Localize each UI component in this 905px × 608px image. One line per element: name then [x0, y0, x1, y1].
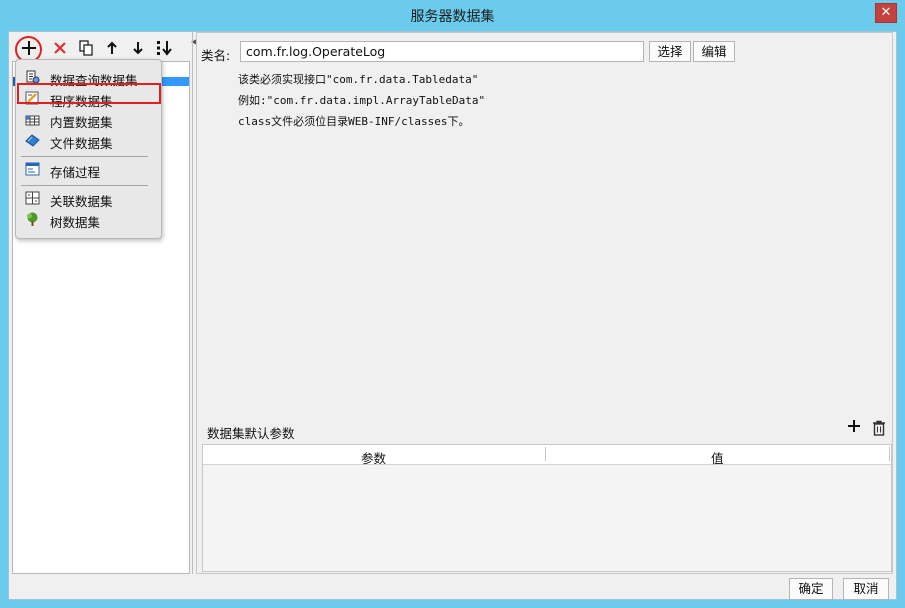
- params-table-header: 参数 值: [203, 445, 891, 466]
- add-param-button[interactable]: [847, 419, 865, 437]
- close-button[interactable]: ✕: [875, 3, 897, 23]
- plus-icon: [848, 420, 860, 432]
- class-name-input[interactable]: com.fr.log.OperateLog: [240, 41, 644, 62]
- menu-item-relation-dataset[interactable]: 关联数据集: [16, 188, 161, 209]
- close-icon: ✕: [880, 5, 892, 20]
- arrow-up-icon: [107, 41, 117, 54]
- menu-item-label: 树数据集: [50, 215, 101, 230]
- dataset-detail-panel: 类名: com.fr.log.OperateLog 选择 编辑 该类必须实现接口…: [196, 32, 893, 574]
- delete-param-button[interactable]: [872, 420, 888, 438]
- cancel-button[interactable]: 取消: [843, 578, 889, 600]
- window-title: 服务器数据集: [410, 9, 495, 25]
- menu-item-label: 内置数据集: [50, 115, 113, 130]
- copy-button[interactable]: [75, 37, 97, 59]
- add-button[interactable]: [18, 37, 40, 59]
- menu-item-label: 文件数据集: [50, 136, 113, 151]
- delete-x-icon: [54, 42, 66, 54]
- ok-button[interactable]: 确定: [789, 578, 833, 600]
- arrow-down-icon: [133, 42, 143, 55]
- menu-item-label: 存储过程: [50, 165, 101, 180]
- menu-item-label: 关联数据集: [50, 194, 113, 209]
- description-line: 例如:"com.fr.data.impl.ArrayTableData": [238, 94, 486, 107]
- menu-divider: [21, 185, 148, 186]
- copy-icon: [79, 40, 93, 56]
- relation-dataset-icon: [25, 191, 40, 205]
- edit-button[interactable]: 编辑: [693, 41, 735, 62]
- menu-item-stored-procedure[interactable]: 存储过程: [16, 159, 161, 180]
- stored-procedure-icon: [25, 162, 40, 176]
- title-bar: 服务器数据集 ✕: [0, 0, 905, 31]
- menu-item-tree-dataset[interactable]: 树数据集: [16, 209, 161, 230]
- menu-divider: [21, 156, 148, 157]
- column-header-value: 值: [711, 451, 724, 466]
- sort-icon: [157, 41, 172, 56]
- select-button[interactable]: 选择: [649, 41, 691, 62]
- description-line: 该类必须实现接口"com.fr.data.Tabledata": [238, 73, 479, 86]
- default-params-title: 数据集默认参数: [207, 426, 295, 441]
- dataset-toolbar: [12, 35, 188, 63]
- db-query-icon: [26, 70, 40, 84]
- dialog-body: ◀ 数据查询数据集 程序数据集 内置数据集 文件数据集 存储过程 关联数据集 树…: [8, 31, 897, 600]
- column-divider[interactable]: [545, 447, 546, 461]
- description-line: class文件必须位目录WEB-INF/classes下。: [238, 115, 470, 128]
- panel-splitter[interactable]: [192, 32, 195, 574]
- column-header-param: 参数: [361, 451, 387, 466]
- plus-icon: [22, 41, 36, 55]
- file-dataset-icon: [25, 134, 40, 147]
- delete-button[interactable]: [49, 37, 71, 59]
- add-dataset-menu: 数据查询数据集 程序数据集 内置数据集 文件数据集 存储过程 关联数据集 树数据…: [15, 59, 162, 239]
- tree-dataset-icon: [27, 212, 38, 226]
- sort-button[interactable]: [154, 37, 176, 59]
- menu-item-file-dataset[interactable]: 文件数据集: [16, 130, 161, 151]
- trash-icon: [873, 420, 885, 436]
- menu-highlight-box: [17, 83, 161, 104]
- column-divider[interactable]: [889, 447, 890, 461]
- menu-item-builtin-dataset[interactable]: 内置数据集: [16, 109, 161, 130]
- builtin-dataset-icon: [25, 115, 40, 126]
- params-table[interactable]: 参数 值: [202, 444, 892, 572]
- class-name-label: 类名:: [201, 48, 231, 63]
- move-up-button[interactable]: [101, 37, 123, 59]
- move-down-button[interactable]: [127, 37, 149, 59]
